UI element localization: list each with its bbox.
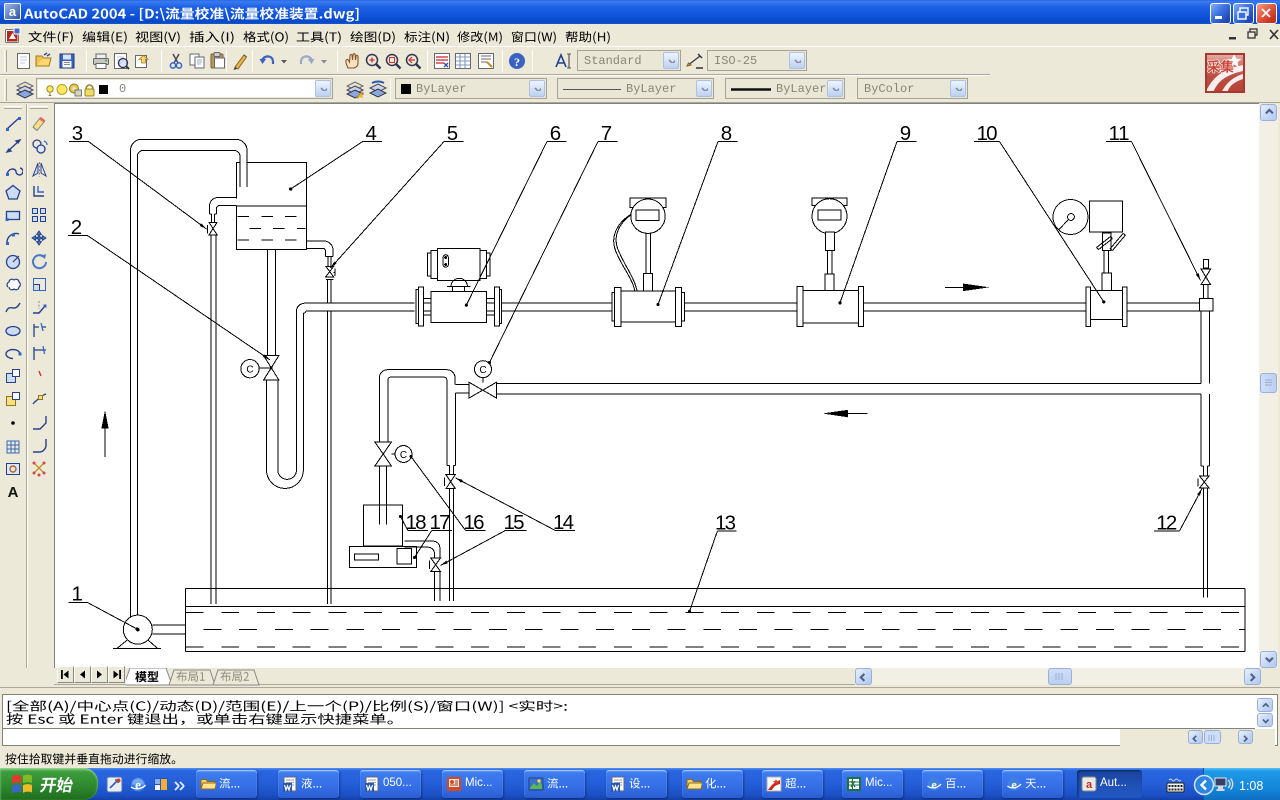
svg-text:C: C xyxy=(400,450,407,461)
svg-text:5: 5 xyxy=(447,122,458,145)
svg-text:8: 8 xyxy=(721,122,732,145)
svg-text:1: 1 xyxy=(72,583,83,606)
svg-text:e: e xyxy=(135,777,141,792)
svg-text:12: 12 xyxy=(1156,511,1177,534)
svg-text:6: 6 xyxy=(550,122,561,145)
svg-text:e: e xyxy=(1011,778,1017,792)
svg-text:15: 15 xyxy=(504,511,525,534)
svg-text:14: 14 xyxy=(553,511,574,534)
svg-text:C: C xyxy=(246,365,253,376)
svg-text:10: 10 xyxy=(977,122,998,145)
svg-text:C: C xyxy=(479,365,486,376)
svg-text:a: a xyxy=(1086,779,1093,791)
svg-text:e: e xyxy=(931,778,937,792)
svg-text:9: 9 xyxy=(900,122,911,145)
svg-text:?: ? xyxy=(514,55,520,69)
svg-text:2: 2 xyxy=(71,216,82,239)
svg-text:4: 4 xyxy=(366,122,377,145)
svg-text:11: 11 xyxy=(1109,122,1130,145)
svg-text:3: 3 xyxy=(72,122,83,145)
svg-text:A: A xyxy=(8,484,19,501)
svg-text:13: 13 xyxy=(715,511,736,534)
svg-text:17: 17 xyxy=(430,511,451,534)
svg-text:16: 16 xyxy=(464,511,485,534)
svg-text:18: 18 xyxy=(406,511,427,534)
svg-text:7: 7 xyxy=(601,122,612,145)
